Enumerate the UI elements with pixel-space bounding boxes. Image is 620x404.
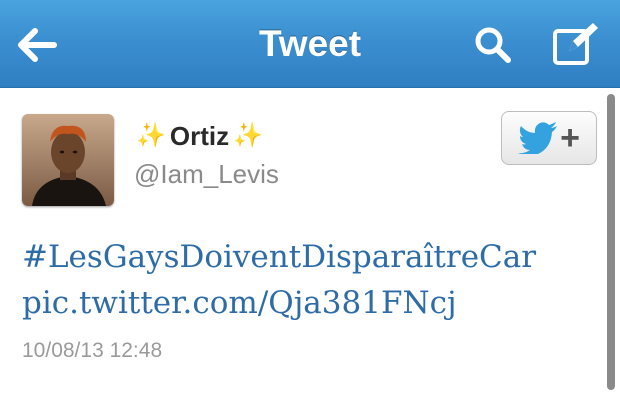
page-title: Tweet — [258, 23, 362, 64]
twitter-bird-icon — [518, 122, 558, 154]
display-name[interactable]: ✨ Ortiz ✨ — [136, 120, 263, 152]
hashtag-link[interactable]: #LesGaysDoiventDisparaîtreCar — [22, 234, 536, 280]
search-icon — [475, 27, 511, 63]
display-name-text: Ortiz — [169, 121, 230, 151]
navigation-bar: Tweet — [0, 0, 620, 88]
compose-icon — [553, 23, 598, 65]
timestamp: 10/08/13 12:48 — [22, 339, 163, 362]
compose-button[interactable] — [548, 18, 604, 70]
tweet-text: #LesGaysDoiventDisparaîtreCar pic.twitte… — [22, 234, 536, 326]
avatar-photo — [22, 114, 114, 206]
tweet-detail: ✨ Ortiz ✨ @Iam_Levis + #LesGaysDoiventDi… — [0, 88, 620, 404]
avatar[interactable] — [22, 114, 114, 206]
sparkle-icon: ✨ — [233, 122, 264, 149]
follow-plus: + — [560, 119, 580, 157]
search-button[interactable] — [470, 22, 516, 68]
follow-button[interactable]: + — [501, 111, 597, 165]
media-link[interactable]: pic.twitter.com/Qja381FNcj — [22, 280, 536, 326]
sparkle-icon: ✨ — [136, 122, 166, 149]
user-handle[interactable]: @Iam_Levis — [134, 158, 279, 190]
scrollbar[interactable] — [607, 94, 615, 390]
